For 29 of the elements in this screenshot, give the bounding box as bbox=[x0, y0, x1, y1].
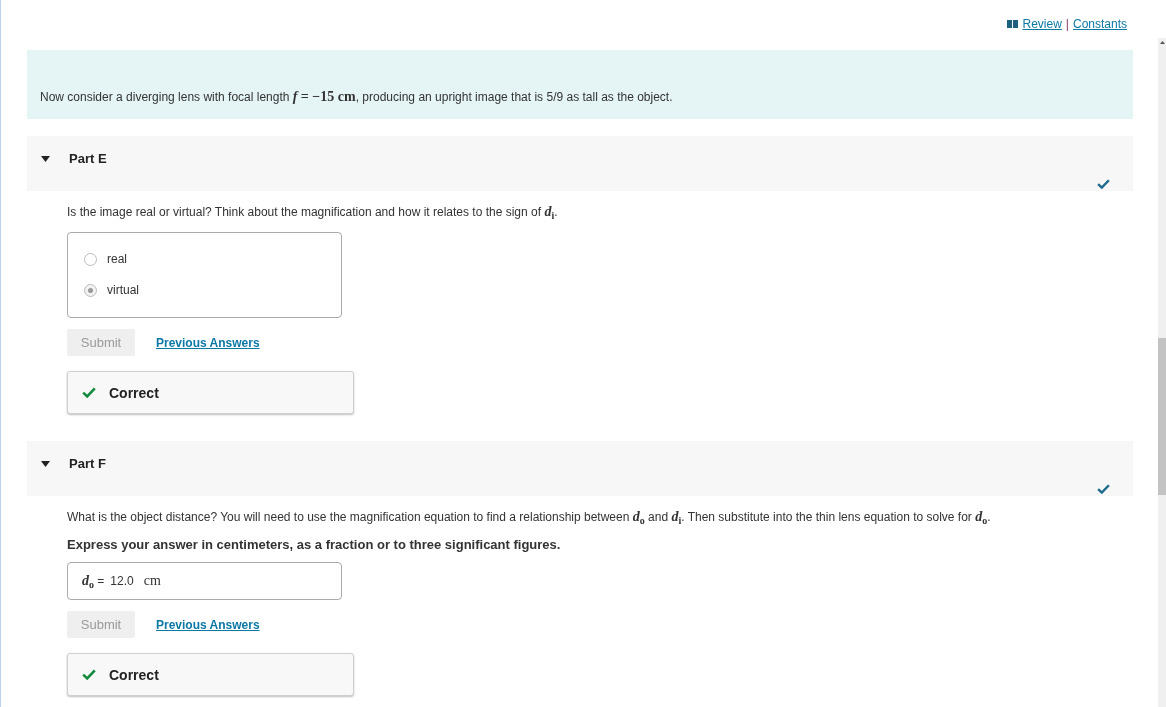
option-label[interactable]: real bbox=[107, 251, 127, 267]
previous-answers-link[interactable]: Previous Answers bbox=[156, 617, 260, 632]
part-header[interactable]: Part E bbox=[27, 136, 1133, 191]
instruction-text: Express your answer in centimeters, as a fraction or to three significant figures. bbox=[67, 537, 562, 552]
feedback-text: Correct bbox=[109, 666, 159, 683]
answer-value: 12.0 bbox=[110, 574, 134, 588]
caret-icon[interactable] bbox=[41, 156, 50, 162]
up-arrow-icon[interactable] bbox=[1159, 41, 1165, 44]
problem-statement: Now consider a diverging lens with focal length f = −15 cm, producing an upright image that is 5/9 as tall as the object. bbox=[27, 50, 1133, 119]
question-text: What is the object distance? You will need to use the magnification equation to find a relationship between d$_{o}$ and d$_{i}$. Then substitute into the thin lens equation to solve for d$_{o}$. bbox=[67, 509, 992, 526]
part-title: Part E bbox=[69, 152, 107, 166]
book-icon bbox=[1007, 20, 1019, 28]
constants-link[interactable]: Constants bbox=[1072, 17, 1127, 31]
caret-icon[interactable] bbox=[41, 461, 50, 467]
question-text: Is the image real or virtual? Think about the magnification and how it relates to the sign of d$_{i}$. bbox=[67, 204, 559, 221]
answer-variable: d$_{o}$ = bbox=[82, 572, 105, 590]
option-label[interactable]: virtual bbox=[107, 282, 139, 298]
part-header[interactable]: Part F bbox=[27, 441, 1133, 496]
feedback-text: Correct bbox=[109, 384, 159, 401]
answer-field[interactable]: d$_{o}$ = 12.0 cm bbox=[67, 562, 342, 600]
radio-button[interactable] bbox=[84, 283, 97, 297]
review-link[interactable]: Review bbox=[1007, 17, 1062, 31]
link-separator: | bbox=[1065, 17, 1069, 31]
answer-unit: cm bbox=[143, 573, 161, 589]
previous-answers-link[interactable]: Previous Answers bbox=[156, 335, 260, 350]
part-title: Part F bbox=[69, 457, 106, 471]
scrollbar-thumb[interactable] bbox=[1158, 338, 1166, 495]
radio-button[interactable] bbox=[84, 252, 97, 266]
scrollbar-track[interactable] bbox=[1158, 38, 1166, 707]
